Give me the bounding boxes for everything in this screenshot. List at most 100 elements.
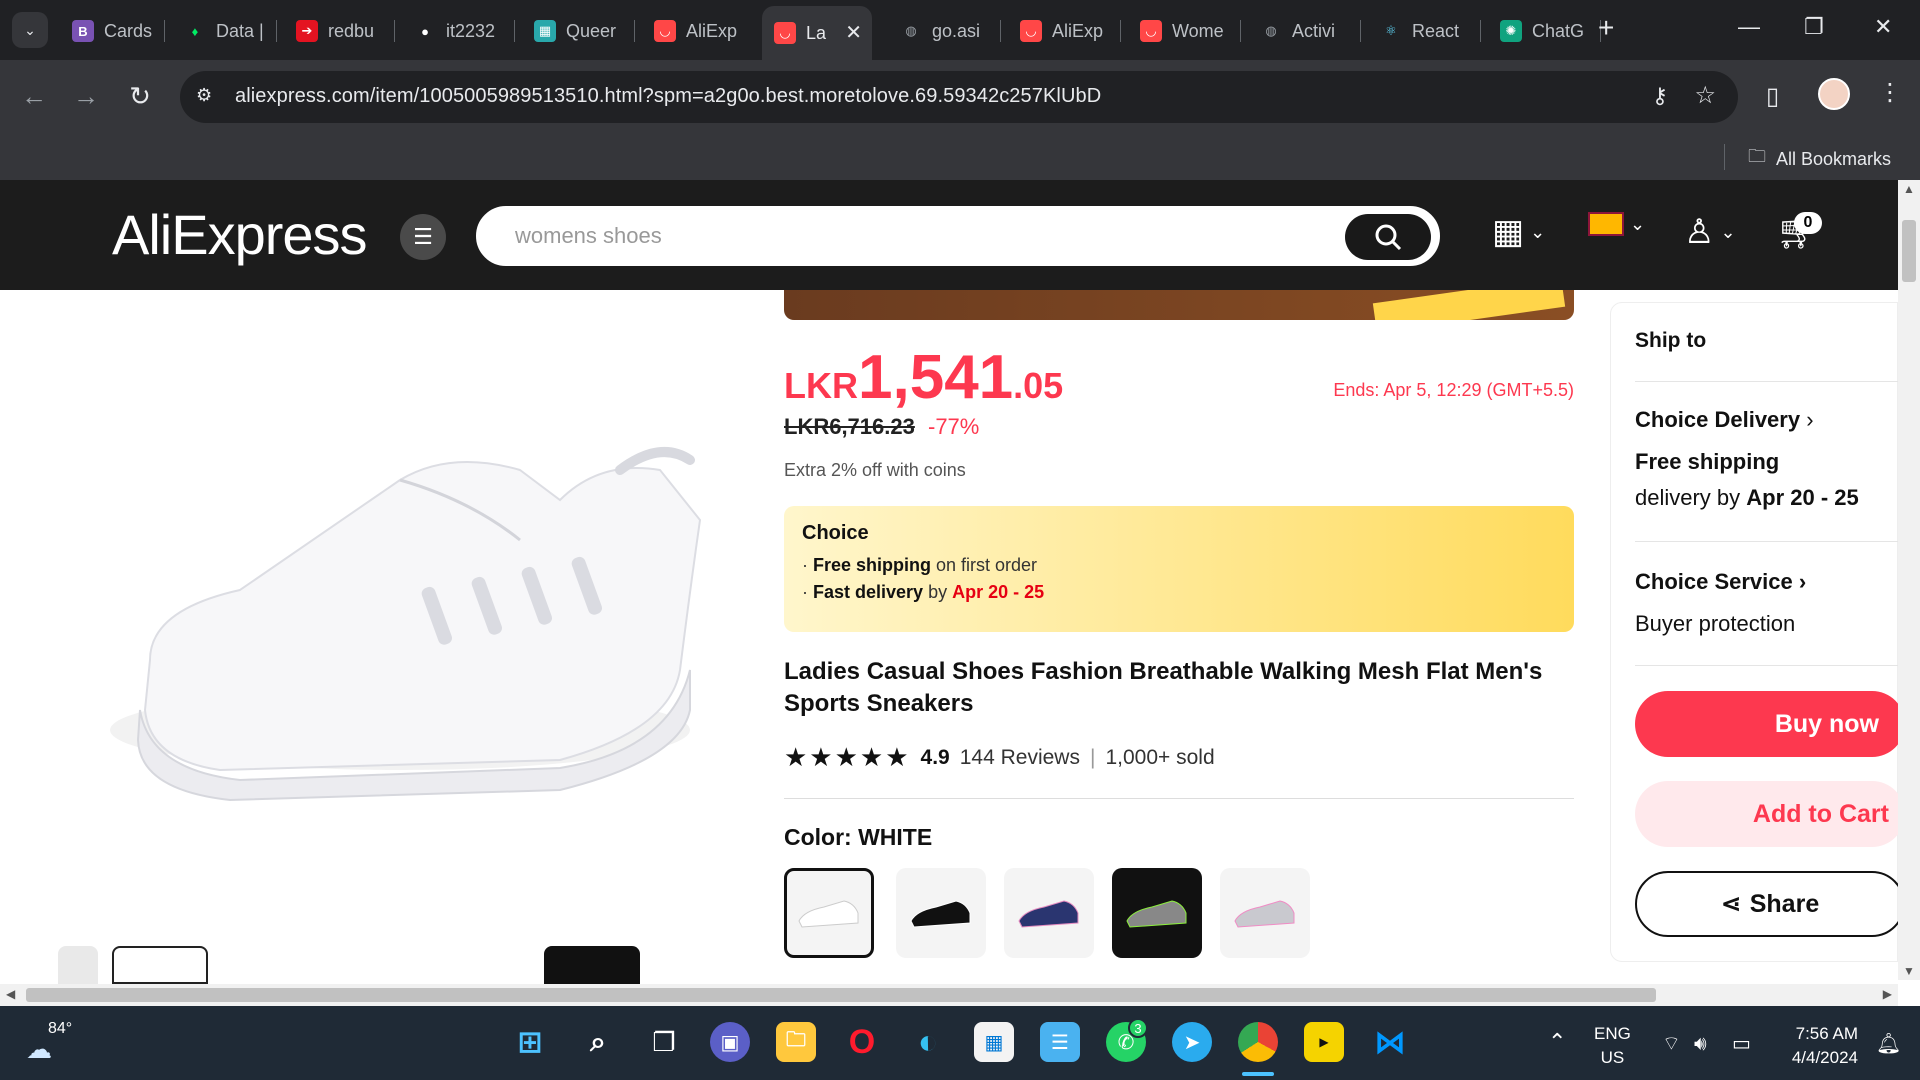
- globe-icon: ◍: [905, 23, 917, 38]
- product-image-gallery: [0, 290, 760, 984]
- gallery-thumbnail-selected[interactable]: [112, 946, 208, 984]
- browser-tab[interactable]: ➔ redbu: [284, 10, 386, 52]
- teams-chat-icon[interactable]: ▣: [710, 1022, 750, 1062]
- weather-widget[interactable]: ☁ 84°: [26, 1020, 72, 1064]
- scroll-down-arrow[interactable]: ▼: [1903, 964, 1915, 978]
- tab-label: React: [1412, 20, 1460, 41]
- browser-tab[interactable]: B Cards: [60, 10, 156, 52]
- country-selector[interactable]: ⌄: [1588, 212, 1645, 236]
- password-key-icon[interactable]: ⚷: [1652, 83, 1668, 109]
- close-tab-icon[interactable]: ✕: [845, 20, 862, 45]
- vscode-icon[interactable]: ⋈: [1370, 1022, 1410, 1062]
- aliexpress-logo[interactable]: AliExpress: [112, 202, 368, 267]
- scroll-right-arrow[interactable]: ▶: [1883, 987, 1892, 1001]
- task-view-icon[interactable]: ❐: [644, 1022, 684, 1062]
- browser-tab[interactable]: ▦ Queer: [522, 10, 626, 52]
- product-main-image[interactable]: [0, 290, 760, 910]
- choice-delivery-link[interactable]: Choice Delivery ›: [1635, 407, 1814, 433]
- cart-count-badge: 0: [1794, 212, 1822, 234]
- tab-separator: [1480, 20, 1481, 42]
- browser-tab[interactable]: ⚛ React: [1368, 10, 1472, 52]
- color-swatch-white[interactable]: [784, 868, 874, 958]
- gallery-thumbnail[interactable]: [58, 946, 98, 984]
- browser-tab[interactable]: ◡ AliExp: [1008, 10, 1112, 52]
- site-info-icon[interactable]: ⚙: [196, 85, 220, 109]
- minimize-icon[interactable]: —: [1738, 14, 1760, 40]
- all-bookmarks-button[interactable]: 🗀 All Bookmarks: [1748, 144, 1891, 174]
- browser-tab[interactable]: ● it2232: [402, 10, 506, 52]
- category-menu-button[interactable]: ☰: [400, 214, 446, 260]
- tab-search-button[interactable]: ⌄: [12, 12, 48, 48]
- add-to-cart-button[interactable]: Add to Cart: [1635, 781, 1905, 847]
- queer-site-icon: ▦: [534, 20, 556, 42]
- vertical-scrollbar[interactable]: ▲ ▼: [1898, 180, 1920, 980]
- tab-separator: [1120, 20, 1121, 42]
- profile-avatar[interactable]: [1818, 78, 1850, 110]
- side-panel-icon[interactable]: ▯: [1766, 82, 1779, 111]
- reviews-link[interactable]: 144 Reviews: [960, 746, 1080, 770]
- search-input[interactable]: [515, 223, 1295, 249]
- wifi-icon[interactable]: ⌔: [1662, 1032, 1681, 1056]
- volume-icon[interactable]: 🔊︎: [1694, 1032, 1707, 1056]
- redbubble-icon: ➔: [296, 20, 318, 42]
- choice-benefit-delivery: · Fast delivery by Apr 20 - 25: [802, 582, 1045, 602]
- more-menu-icon[interactable]: ⋮: [1878, 78, 1902, 107]
- ship-to-label[interactable]: Ship to: [1635, 329, 1706, 353]
- panel-divider: [1635, 541, 1899, 542]
- browser-tab[interactable]: ◍ go.asi: [888, 10, 992, 52]
- tab-label: ChatG: [1532, 20, 1585, 41]
- vertical-scroll-thumb[interactable]: [1902, 220, 1916, 282]
- price-currency: LKR: [784, 365, 858, 406]
- gallery-thumbnail[interactable]: [544, 946, 640, 984]
- buy-now-button[interactable]: Buy now: [1635, 691, 1905, 757]
- new-tab-button[interactable]: +: [1598, 14, 1614, 42]
- battery-icon[interactable]: ▭: [1732, 1032, 1751, 1056]
- notepad-icon[interactable]: ☰: [1040, 1022, 1080, 1062]
- color-swatch-navy[interactable]: [1004, 868, 1094, 958]
- opera-icon[interactable]: O: [842, 1022, 882, 1062]
- windows-start-icon[interactable]: ⊞: [510, 1022, 550, 1062]
- account-button[interactable]: ♙ ⌄: [1684, 212, 1736, 252]
- qr-app-button[interactable]: ▦ ⌄: [1492, 212, 1545, 252]
- browser-tab[interactable]: ✺ ChatG: [1488, 10, 1592, 52]
- show-hidden-icons[interactable]: ⌃: [1548, 1030, 1566, 1054]
- reload-button[interactable]: ↻: [122, 78, 158, 114]
- store-icon[interactable]: ▦: [974, 1022, 1014, 1062]
- scroll-up-arrow[interactable]: ▲: [1903, 182, 1915, 196]
- restore-icon[interactable]: ❐: [1804, 14, 1824, 40]
- media-player-icon[interactable]: ▶: [1304, 1022, 1344, 1062]
- panel-divider: [1635, 665, 1899, 666]
- browser-tab[interactable]: ◡ Wome: [1128, 10, 1232, 52]
- language-indicator[interactable]: ENG US: [1594, 1022, 1631, 1070]
- bookmarks-bar: 🗀 All Bookmarks: [0, 134, 1920, 180]
- scroll-left-arrow[interactable]: ◀: [6, 987, 15, 1001]
- search-button[interactable]: [1345, 214, 1431, 260]
- telegram-icon[interactable]: ➤: [1172, 1022, 1212, 1062]
- color-swatch-grey-pink[interactable]: [1220, 868, 1310, 958]
- url-text[interactable]: aliexpress.com/item/1005005989513510.htm…: [235, 85, 1101, 108]
- search-taskbar-icon[interactable]: ⌕: [578, 1022, 618, 1062]
- forward-button[interactable]: →: [68, 78, 104, 114]
- address-bar[interactable]: ⚙ aliexpress.com/item/1005005989513510.h…: [180, 71, 1738, 123]
- browser-tab[interactable]: ♦ Data |: [172, 10, 268, 52]
- horizontal-scroll-thumb[interactable]: [26, 988, 1656, 1002]
- bookmarks-divider: [1724, 144, 1725, 170]
- choice-service-link[interactable]: Choice Service ›: [1635, 569, 1806, 595]
- edge-icon[interactable]: ◐: [908, 1022, 948, 1062]
- horizontal-scrollbar[interactable]: ◀ ▶: [0, 984, 1898, 1006]
- file-explorer-icon[interactable]: 🗀: [776, 1022, 816, 1062]
- browser-tab[interactable]: ◍ Activi: [1248, 10, 1352, 52]
- share-button[interactable]: ⋖ Share: [1635, 871, 1905, 937]
- bookmark-star-icon[interactable]: ☆: [1694, 81, 1716, 110]
- browser-tab[interactable]: ◡ La ✕: [762, 6, 872, 60]
- color-swatch-grey-green[interactable]: [1112, 868, 1202, 958]
- chatgpt-icon: ✺: [1500, 20, 1522, 42]
- browser-tab[interactable]: ◡ AliExp: [642, 10, 746, 52]
- close-window-icon[interactable]: ✕: [1874, 14, 1892, 40]
- notification-icon[interactable]: 🔔︎: [1876, 1032, 1901, 1056]
- chrome-icon[interactable]: [1238, 1022, 1278, 1062]
- color-swatch-black[interactable]: [896, 868, 986, 958]
- tab-label: Cards: [104, 20, 153, 41]
- clock[interactable]: 7:56 AM 4/4/2024: [1778, 1022, 1858, 1070]
- back-button[interactable]: ←: [16, 78, 52, 114]
